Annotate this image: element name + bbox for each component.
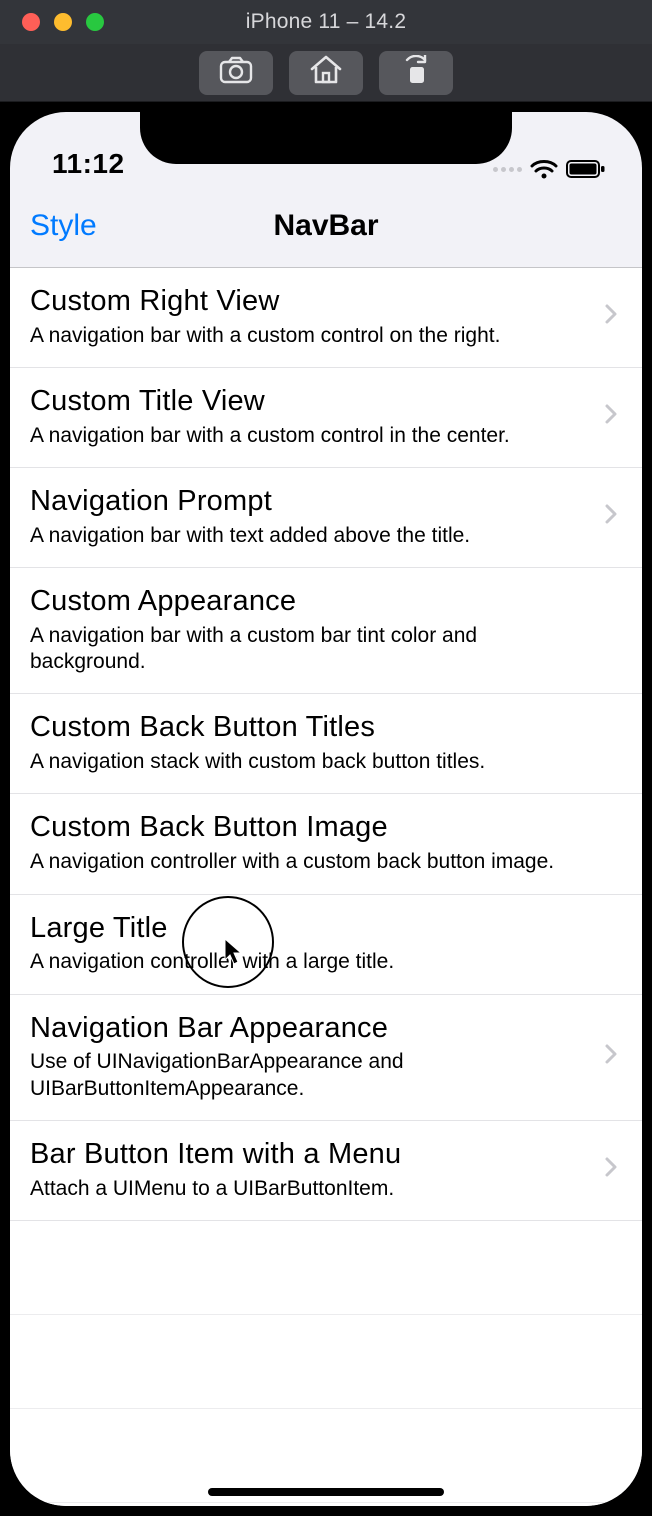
simulator-toolbar	[0, 44, 652, 102]
table-row[interactable]: Navigation Bar Appearance Use of UINavig…	[10, 995, 642, 1121]
screenshot-button[interactable]	[199, 51, 273, 95]
cell-title: Custom Right View	[30, 284, 580, 319]
simulator-stage: 11:12	[0, 102, 652, 1516]
iphone-screen: 11:12	[10, 112, 642, 1506]
table-view[interactable]: Custom Right View A navigation bar with …	[10, 268, 642, 1506]
cell-subtitle: Attach a UIMenu to a UIBarButtonItem.	[30, 1176, 580, 1202]
home-button[interactable]	[289, 51, 363, 95]
rotate-button[interactable]	[379, 51, 453, 95]
table-row[interactable]: Navigation Prompt A navigation bar with …	[10, 468, 642, 568]
ios-navigation-bar: Style NavBar	[10, 184, 642, 268]
cell-title: Navigation Bar Appearance	[30, 1011, 580, 1046]
cell-subtitle: A navigation bar with a custom control o…	[30, 323, 580, 349]
cellular-dots-icon	[493, 167, 522, 172]
rotate-icon	[400, 55, 432, 90]
table-row[interactable]: Custom Back Button Titles A navigation s…	[10, 694, 642, 794]
table-row[interactable]: Custom Appearance A navigation bar with …	[10, 568, 642, 694]
chevron-right-icon	[604, 503, 624, 530]
cell-title: Custom Title View	[30, 384, 580, 419]
cell-subtitle: A navigation controller with a custom ba…	[30, 849, 580, 875]
cell-subtitle: A navigation stack with custom back butt…	[30, 749, 580, 775]
battery-icon	[566, 159, 606, 179]
nav-title: NavBar	[273, 209, 378, 243]
window-zoom-button[interactable]	[86, 13, 104, 31]
cell-subtitle: Use of UINavigationBarAppearance and UIB…	[30, 1049, 580, 1102]
cell-subtitle: A navigation bar with a custom control i…	[30, 423, 580, 449]
cell-subtitle: A navigation bar with text added above t…	[30, 523, 580, 549]
cell-subtitle: A navigation controller with a large tit…	[30, 949, 580, 975]
status-time: 11:12	[52, 148, 125, 180]
wifi-icon	[530, 158, 558, 180]
window-minimize-button[interactable]	[54, 13, 72, 31]
table-row[interactable]: Custom Title View A navigation bar with …	[10, 368, 642, 468]
window-traffic-lights	[0, 13, 104, 31]
cell-title: Bar Button Item with a Menu	[30, 1137, 580, 1172]
cell-title: Custom Appearance	[30, 584, 580, 619]
window-close-button[interactable]	[22, 13, 40, 31]
cell-subtitle: A navigation bar with a custom bar tint …	[30, 623, 580, 676]
simulator-titlebar: iPhone 11 – 14.2	[0, 0, 652, 44]
table-row[interactable]: Large Title A navigation controller with…	[10, 895, 642, 995]
cell-title: Navigation Prompt	[30, 484, 580, 519]
home-indicator[interactable]	[208, 1488, 444, 1496]
empty-row	[10, 1503, 642, 1506]
table-row[interactable]: Custom Right View A navigation bar with …	[10, 268, 642, 368]
empty-row	[10, 1315, 642, 1409]
cell-title: Large Title	[30, 911, 580, 946]
home-icon	[309, 55, 343, 90]
nav-back-button[interactable]: Style	[30, 209, 97, 243]
cell-title: Custom Back Button Titles	[30, 710, 580, 745]
status-right	[493, 158, 606, 180]
chevron-right-icon	[604, 1156, 624, 1183]
table-row[interactable]: Custom Back Button Image A navigation co…	[10, 794, 642, 894]
chevron-right-icon	[604, 1043, 624, 1070]
cell-title: Custom Back Button Image	[30, 810, 580, 845]
chevron-right-icon	[604, 403, 624, 430]
device-notch	[140, 112, 512, 164]
camera-icon	[219, 56, 253, 89]
empty-row	[10, 1221, 642, 1315]
chevron-right-icon	[604, 303, 624, 330]
table-row[interactable]: Bar Button Item with a Menu Attach a UIM…	[10, 1121, 642, 1221]
